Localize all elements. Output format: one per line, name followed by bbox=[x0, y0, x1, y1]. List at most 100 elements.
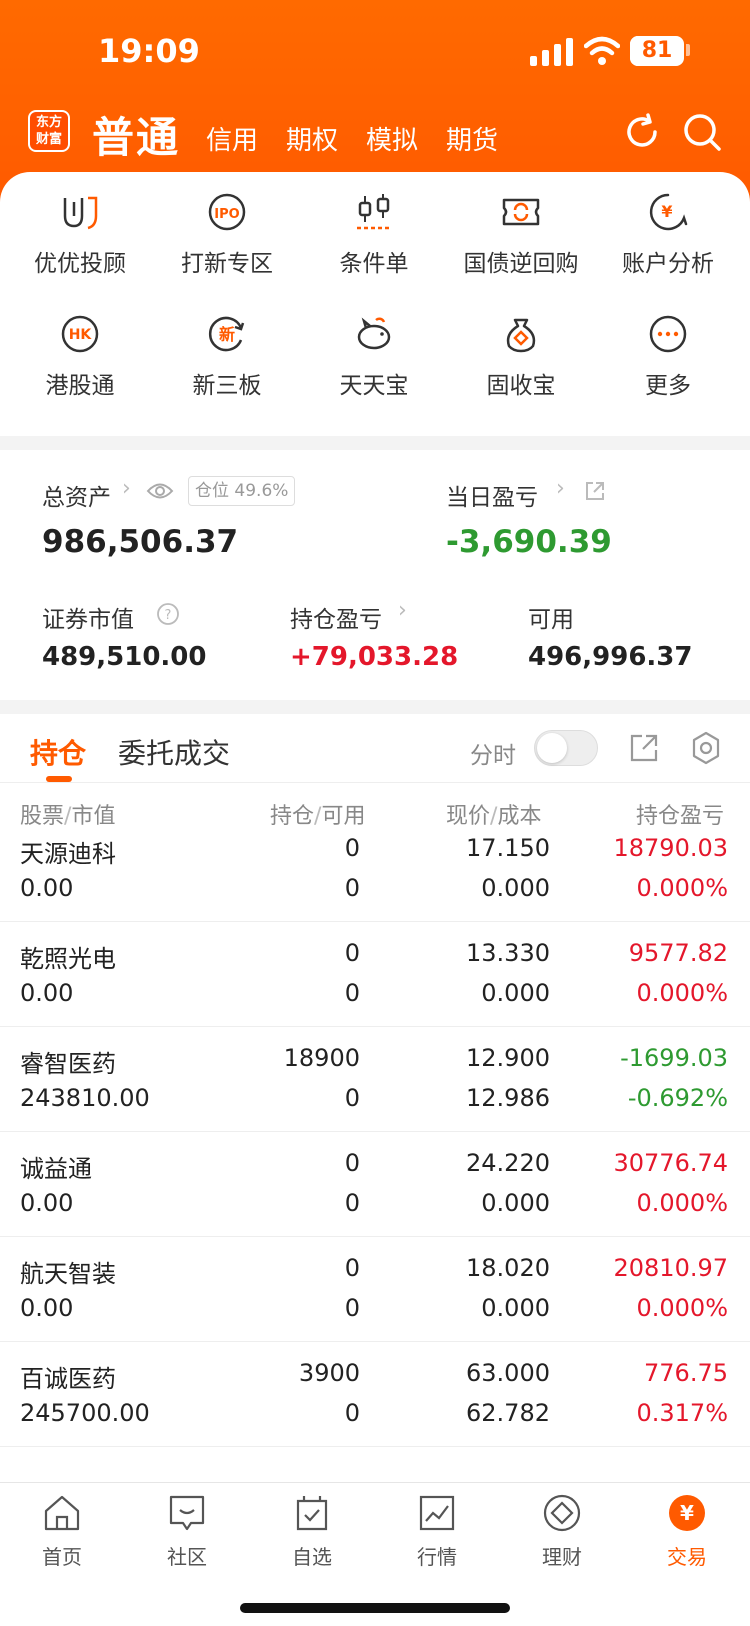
settings-gear-icon[interactable] bbox=[688, 730, 724, 766]
holding-pnl: 9577.82 bbox=[628, 939, 728, 967]
position-qty: 3900 bbox=[298, 1359, 360, 1387]
new-board-icon: 新 bbox=[209, 316, 245, 352]
tab-market[interactable]: 行情 bbox=[387, 1493, 487, 1573]
service-label: 固收宝 bbox=[486, 373, 556, 399]
holding-pnl: 30776.74 bbox=[613, 1149, 728, 1177]
yuan-icon-text: ¥ bbox=[661, 202, 672, 221]
available-qty: 0 bbox=[344, 1399, 360, 1427]
available-qty: 0 bbox=[344, 979, 360, 1007]
stock-name: 百诚医药 bbox=[20, 1365, 116, 1393]
tab-wealth[interactable]: 理财 bbox=[512, 1493, 612, 1573]
tab-community[interactable]: 社区 bbox=[137, 1493, 237, 1573]
svg-text:?: ? bbox=[165, 608, 172, 623]
position-ratio-badge: 仓位 49.6% bbox=[188, 476, 296, 506]
cost-price: 0.000 bbox=[481, 979, 550, 1007]
external-link-icon[interactable] bbox=[584, 480, 606, 502]
tab-positions[interactable]: 持仓 bbox=[30, 732, 86, 772]
logo-text-line-2: 财富 bbox=[35, 132, 62, 147]
tab-label: 交易 bbox=[667, 1545, 707, 1569]
holding-pnl-value: +79,033.28 bbox=[290, 642, 459, 672]
tab-futures[interactable]: 期货 bbox=[446, 120, 498, 157]
service-new-third-board[interactable]: 新 新三板 bbox=[157, 294, 297, 404]
service-ipo[interactable]: IPO 打新专区 bbox=[157, 172, 297, 282]
stock-name: 睿智医药 bbox=[20, 1050, 116, 1078]
service-label: 天天宝 bbox=[339, 373, 409, 399]
holding-row[interactable]: 睿智医药 243810.00 18900 0 12.900 12.986 -1699.03 -… bbox=[0, 1028, 750, 1132]
home-indicator bbox=[240, 1603, 510, 1613]
service-account-analysis[interactable]: ¥ 账户分析 bbox=[598, 172, 738, 282]
available-qty: 0 bbox=[344, 1084, 360, 1112]
market-chart-icon bbox=[419, 1495, 455, 1531]
market-value-label: 证券市值 bbox=[42, 607, 134, 633]
holding-row[interactable]: 乾照光电 0.00 0 0 13.330 0.000 9577.82 0.000% bbox=[0, 923, 750, 1027]
search-icon[interactable] bbox=[682, 112, 722, 152]
position-qty: 0 bbox=[344, 1254, 360, 1282]
market-value: 489,510.00 bbox=[42, 642, 207, 672]
service-conditional-order[interactable]: 条件单 bbox=[304, 172, 444, 282]
cost-price: 0.000 bbox=[481, 1294, 550, 1322]
repo-ticket-icon bbox=[502, 198, 540, 226]
wealth-diamond-icon bbox=[543, 1494, 581, 1532]
services-grid: 优优投顾 IPO 打新专区 条件单 国债逆回购 ¥ 账户分析 HK 港股通 新 … bbox=[0, 172, 750, 436]
holding-pnl-percent: 0.317% bbox=[636, 1399, 728, 1427]
watchlist-icon bbox=[296, 1496, 328, 1531]
stock-name: 乾照光电 bbox=[20, 945, 116, 973]
help-question-icon[interactable]: ? bbox=[156, 602, 180, 626]
share-icon[interactable] bbox=[628, 732, 660, 764]
chevron-right-icon[interactable]: › bbox=[122, 476, 131, 501]
cost-price: 62.782 bbox=[466, 1399, 550, 1427]
available-label: 可用 bbox=[528, 607, 574, 633]
chevron-right-icon[interactable]: › bbox=[556, 476, 565, 501]
bottom-tab-bar: 首页 社区 自选 行情 理财 ¥ 交易 bbox=[0, 1482, 750, 1626]
service-label: 新三板 bbox=[192, 373, 262, 399]
service-hk-connect[interactable]: HK 港股通 bbox=[10, 294, 150, 404]
service-treasury-repo[interactable]: 国债逆回购 bbox=[451, 172, 591, 282]
tab-normal-account[interactable]: 普通 bbox=[92, 104, 180, 165]
wifi-icon bbox=[584, 36, 620, 65]
holding-row[interactable]: 诚益通 0.00 0 0 24.220 0.000 30776.74 0.000% bbox=[0, 1133, 750, 1237]
tab-credit[interactable]: 信用 bbox=[206, 120, 258, 157]
battery-nub bbox=[686, 44, 690, 56]
tab-simulation[interactable]: 模拟 bbox=[366, 120, 418, 157]
holding-row[interactable]: 百诚医药 245700.00 3900 0 63.000 62.782 776.75 0.31… bbox=[0, 1343, 750, 1447]
stock-name: 诚益通 bbox=[20, 1155, 92, 1183]
daily-pnl-value: -3,690.39 bbox=[446, 524, 612, 560]
chevron-right-icon[interactable]: › bbox=[398, 598, 407, 623]
asset-summary: 总资产 › 仓位 49.6% 986,506.37 当日盈亏 › -3,690.… bbox=[0, 450, 750, 700]
intraday-toggle[interactable] bbox=[534, 730, 598, 766]
logo-text-line-1: 东方 bbox=[35, 115, 62, 130]
daily-pnl-label[interactable]: 当日盈亏 bbox=[446, 478, 538, 512]
hk-icon: HK bbox=[61, 315, 99, 353]
available-qty: 0 bbox=[344, 1294, 360, 1322]
service-gushoubao[interactable]: 固收宝 bbox=[451, 294, 591, 404]
available-qty: 0 bbox=[344, 874, 360, 902]
holding-pnl-percent: 0.000% bbox=[636, 979, 728, 1007]
holding-row[interactable]: 航天智装 0.00 0 0 18.020 0.000 20810.97 0.000% bbox=[0, 1238, 750, 1342]
service-more[interactable]: 更多 bbox=[598, 294, 738, 404]
service-label: 优优投顾 bbox=[34, 251, 126, 277]
position-qty: 0 bbox=[344, 834, 360, 862]
tab-options[interactable]: 期权 bbox=[286, 120, 338, 157]
eye-icon[interactable] bbox=[146, 480, 174, 502]
eastmoney-logo: 东方 财富 bbox=[28, 110, 70, 152]
service-label: 账户分析 bbox=[622, 251, 714, 277]
refresh-icon[interactable] bbox=[622, 112, 662, 152]
service-tiantianbao[interactable]: 天天宝 bbox=[304, 294, 444, 404]
available-value: 496,996.37 bbox=[528, 642, 693, 672]
trade-yuan-icon: ¥ bbox=[669, 1495, 705, 1531]
trade-icon-text: ¥ bbox=[680, 1501, 694, 1525]
toggle-knob bbox=[537, 733, 567, 763]
total-assets-label[interactable]: 总资产 bbox=[42, 478, 111, 512]
service-uu-advisor[interactable]: 优优投顾 bbox=[10, 172, 150, 282]
cost-price: 0.000 bbox=[481, 1189, 550, 1217]
holding-pnl-label[interactable]: 持仓盈亏 bbox=[290, 600, 382, 634]
holding-pnl-percent: -0.692% bbox=[627, 1084, 728, 1112]
holding-row[interactable]: 天源迪科 0.00 0 0 17.150 0.000 18790.03 0.000% bbox=[0, 818, 750, 922]
tab-watchlist[interactable]: 自选 bbox=[262, 1493, 362, 1573]
holding-pnl-percent: 0.000% bbox=[636, 874, 728, 902]
tab-trade[interactable]: ¥ 交易 bbox=[637, 1493, 737, 1573]
tab-home[interactable]: 首页 bbox=[12, 1493, 112, 1573]
stock-name: 航天智装 bbox=[20, 1260, 116, 1288]
service-label: 打新专区 bbox=[181, 251, 273, 277]
tab-orders-trades[interactable]: 委托成交 bbox=[118, 732, 230, 772]
